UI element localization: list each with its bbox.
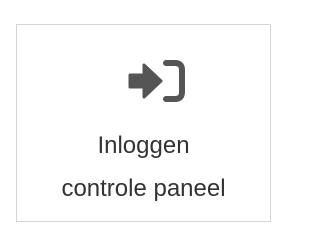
tile-label-line2: controle paneel (61, 175, 226, 202)
tile-label-line1: Inloggen (97, 132, 190, 159)
sign-in-icon (128, 58, 186, 104)
login-control-panel-tile[interactable]: Inloggen controle paneel (16, 24, 271, 222)
